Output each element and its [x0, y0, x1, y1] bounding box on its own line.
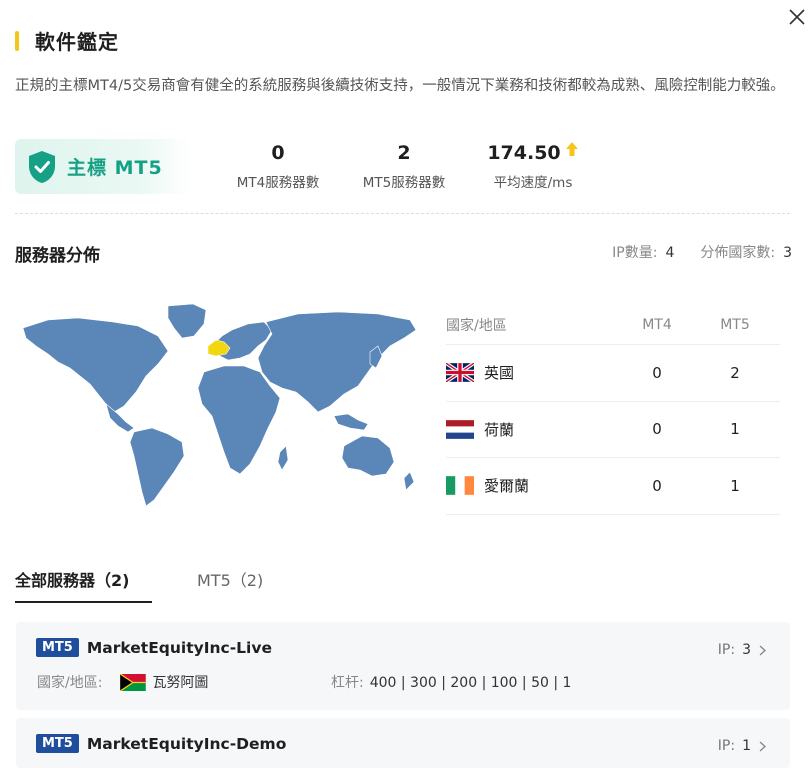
ireland-flag-icon: [446, 476, 474, 496]
ip-count-label: IP數量:: [612, 245, 658, 261]
vanuatu-flag-icon: [120, 673, 147, 691]
uk-flag-icon: [446, 363, 474, 383]
section-header: 軟件鑑定: [15, 26, 119, 55]
country-table: 國家/地區 MT4 MT5 英國 0 2 荷蘭 0 1 愛爾蘭 0 1: [446, 305, 780, 515]
server-tabs: 全部服務器（2) MT5（2): [15, 565, 790, 603]
ip-count: IP: 1: [718, 738, 766, 754]
description-text: 正規的主標MT4/5交易商會有健全的系統服務與後續技術支持，一般情況下業務和技術…: [15, 78, 785, 94]
divider: [15, 213, 790, 214]
close-icon[interactable]: [788, 8, 806, 26]
tab-mt5[interactable]: MT5（2): [197, 567, 263, 591]
distribution-summary: IP數量: 4 分佈國家數: 3: [612, 242, 792, 262]
chevron-right-icon: [759, 644, 766, 656]
platform-tag: MT5: [36, 734, 79, 753]
arrow-up-icon: [565, 142, 578, 156]
badge-label: 主標 MT5: [67, 157, 163, 179]
ip-count-value: 4: [665, 245, 675, 261]
mt4-count: 0: [652, 363, 662, 382]
chevron-right-icon: [759, 740, 766, 752]
stat-mt4-servers: 0 MT4服務器數: [228, 142, 328, 191]
stat-value: 2: [397, 142, 411, 164]
country-name: 愛爾蘭: [484, 477, 530, 496]
server-card[interactable]: MT5 MarketEquityInc-Live IP: 3 國家/地區: 瓦努阿…: [16, 622, 790, 710]
stat-avg-speed: 174.50 平均速度/ms: [478, 142, 588, 191]
mt5-count: 2: [730, 363, 740, 382]
table-row: 英國 0 2: [446, 345, 780, 402]
country-name: 英國: [484, 364, 515, 383]
stat-mt5-servers: 2 MT5服務器數: [354, 142, 454, 191]
country-name: 荷蘭: [484, 420, 515, 439]
country-count-label: 分佈國家數:: [700, 245, 776, 261]
ip-count: IP: 3: [718, 642, 766, 658]
stat-label: 平均速度/ms: [493, 175, 573, 191]
server-name: MarketEquityInc-Demo: [86, 734, 287, 753]
server-leverage: 杠杆: 400 | 300 | 200 | 100 | 50 | 1: [331, 672, 571, 692]
mt4-count: 0: [652, 476, 662, 495]
column-header-country: 國家/地區: [446, 317, 507, 334]
table-header: 國家/地區 MT4 MT5: [446, 305, 780, 345]
country-name: 瓦努阿圖: [152, 675, 209, 691]
tab-all-servers[interactable]: 全部服務器（2): [15, 567, 129, 591]
page-title: 軟件鑑定: [35, 30, 119, 54]
column-header-mt4: MT4: [642, 316, 672, 333]
column-header-mt5: MT5: [720, 316, 750, 333]
table-row: 荷蘭 0 1: [446, 402, 780, 458]
world-map: [22, 303, 417, 507]
leverage-values: 400 | 300 | 200 | 100 | 50 | 1: [369, 675, 572, 691]
server-card[interactable]: MT5 MarketEquityInc-Demo IP: 1: [16, 718, 790, 768]
stat-label: MT4服務器數: [236, 175, 320, 191]
platform-tag: MT5: [36, 638, 79, 657]
stat-value: 174.50: [487, 142, 561, 164]
title-accent-bar: [15, 30, 19, 51]
country-label: 國家/地區:: [37, 675, 103, 691]
leverage-label: 杠杆:: [331, 675, 364, 691]
server-name: MarketEquityInc-Live: [86, 638, 272, 657]
main-label-badge: 主標 MT5: [15, 139, 191, 194]
mt5-count: 1: [730, 420, 740, 439]
distribution-title: 服務器分佈: [15, 246, 100, 266]
mt5-count: 1: [730, 476, 740, 495]
active-tab-indicator: [15, 601, 152, 603]
table-row: 愛爾蘭 0 1: [446, 458, 780, 515]
server-country: 國家/地區: 瓦努阿圖: [37, 672, 208, 692]
stat-value: 0: [271, 142, 285, 164]
mt4-count: 0: [652, 420, 662, 439]
stat-label: MT5服務器數: [362, 175, 446, 191]
shield-check-icon: [29, 150, 55, 183]
netherlands-flag-icon: [446, 419, 474, 439]
country-count-value: 3: [783, 245, 792, 261]
